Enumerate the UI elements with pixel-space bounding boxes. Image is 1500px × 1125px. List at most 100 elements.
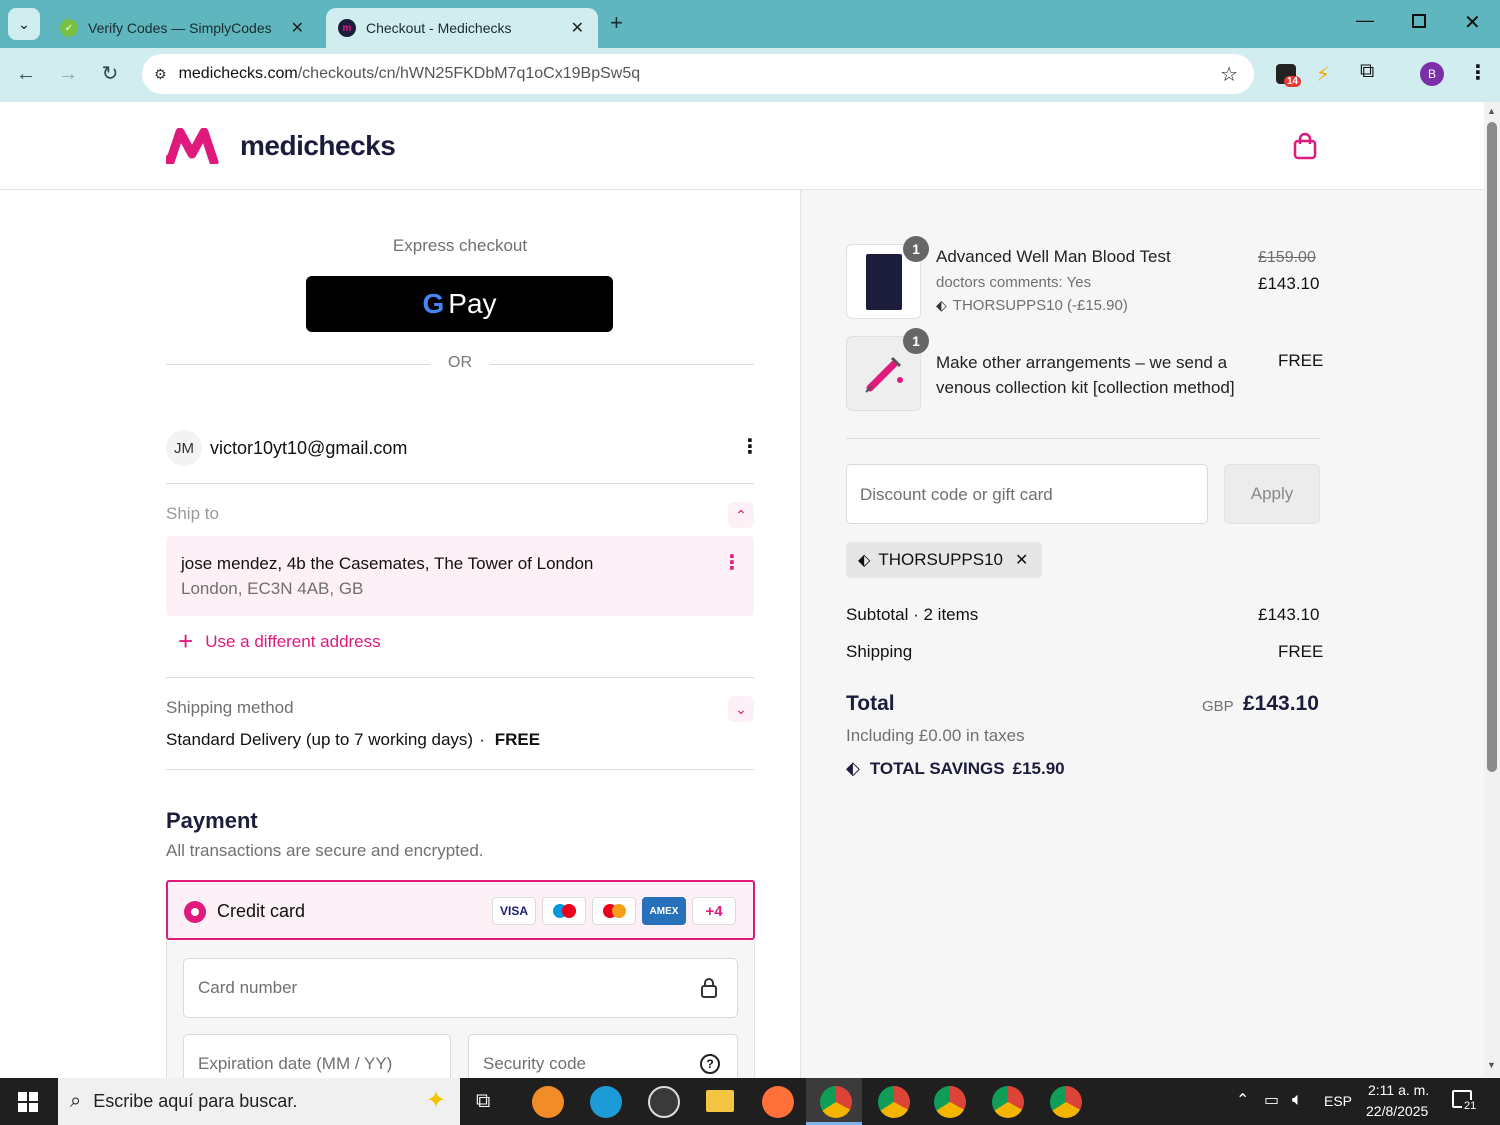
reload-icon[interactable]: ↻ (98, 62, 122, 86)
subtotal-value: £143.10 (1258, 605, 1320, 624)
new-tab-icon[interactable]: + (610, 10, 623, 36)
credit-card-radio[interactable] (184, 901, 206, 923)
taskbar-search-box[interactable]: ⌕ Escribe aquí para buscar. ✦ (58, 1078, 460, 1125)
address-menu-icon[interactable]: ⋮ (722, 550, 742, 575)
tab-simplycodes[interactable]: ✓ Verify Codes — SimplyCodes ✕ (48, 8, 318, 48)
windows-taskbar: ⌕ Escribe aquí para buscar. ✦ ⧉ ⌃ ▭ 🔈︎ E… (0, 1078, 1500, 1125)
discount-code-input[interactable]: Discount code or gift card (846, 464, 1208, 524)
order-summary: 1 Advanced Well Man Blood Test doctors c… (800, 190, 1484, 1078)
windows-start-icon[interactable] (18, 1092, 38, 1112)
help-icon[interactable]: ? (700, 1054, 720, 1074)
collapse-ship-to-icon[interactable]: ⌃ (728, 502, 754, 528)
url-path: /checkouts/cn/hWN25FKDbM7q1oCx19BpSw5q (297, 65, 641, 82)
medichecks-logo[interactable]: medichecks (166, 128, 396, 164)
edge-icon[interactable] (590, 1086, 622, 1118)
extension-badge: 14 (1284, 76, 1302, 87)
browser-toolbar: ← → ↻ ⚙ medichecks.com/checkouts/cn/hWN2… (0, 48, 1500, 102)
profile-avatar[interactable]: B (1420, 62, 1444, 86)
product-price: FREE (1278, 351, 1324, 370)
total-value: £143.10 (1243, 692, 1319, 715)
fl-studio-icon[interactable] (532, 1086, 564, 1118)
clock-date[interactable]: 22/8/2025 (1366, 1103, 1428, 1119)
chrome-profile-v2-icon[interactable] (934, 1086, 966, 1118)
url-domain: medichecks.com (178, 65, 298, 82)
task-view-icon[interactable]: ⧉ (476, 1090, 490, 1113)
plus-icon: + (178, 626, 194, 656)
savings-value: £15.90 (1012, 758, 1065, 778)
selected-address-card[interactable]: jose mendez, 4b the Casemates, The Tower… (166, 536, 754, 616)
page-scrollbar[interactable]: ▲ ▼ (1484, 102, 1500, 1078)
scroll-up-icon[interactable]: ▲ (1487, 106, 1496, 116)
chrome-profile-b-icon[interactable] (820, 1086, 852, 1118)
browser-tab-bar: ⌄ ✓ Verify Codes — SimplyCodes ✕ m Check… (0, 0, 1500, 48)
or-label: OR (448, 354, 472, 371)
file-explorer-icon[interactable] (706, 1090, 734, 1112)
separator: · (479, 730, 485, 749)
chrome-profile-a-icon[interactable] (1050, 1086, 1082, 1118)
scroll-down-icon[interactable]: ▼ (1487, 1060, 1496, 1070)
shopping-bag-icon[interactable] (1292, 132, 1318, 160)
total-savings: ⬖ TOTAL SAVINGS £15.90 (846, 758, 1065, 779)
address-line1: jose mendez, 4b the Casemates, The Tower… (181, 554, 594, 573)
tag-icon: ⬖ (858, 552, 871, 569)
site-info-icon[interactable]: ⚙ (154, 66, 167, 83)
close-window-icon[interactable]: ✕ (1464, 10, 1481, 35)
apply-label: Apply (1250, 484, 1294, 503)
use-different-address-button[interactable]: + Use a different address (178, 626, 381, 657)
firefox-icon[interactable] (762, 1086, 794, 1118)
ship-to-label: Ship to (166, 504, 219, 523)
taxes-note: Including £0.00 in taxes (846, 726, 1025, 745)
site-header: medichecks (0, 102, 1484, 190)
tab-medichecks[interactable]: m Checkout - Medichecks ✕ (326, 8, 598, 48)
account-avatar: JM (166, 430, 202, 466)
close-tab-icon[interactable]: ✕ (571, 18, 584, 38)
volume-icon[interactable]: 🔈︎ (1292, 1089, 1303, 1110)
extensions-puzzle-icon[interactable]: ⧉ (1360, 60, 1374, 83)
payment-title: Payment (166, 808, 258, 833)
media-player-icon[interactable] (648, 1086, 680, 1118)
shipping-label: Shipping (846, 642, 913, 661)
browser-menu-icon[interactable]: ⋮ (1468, 60, 1488, 85)
language-indicator[interactable]: ESP (1324, 1093, 1352, 1109)
tray-expand-icon[interactable]: ⌃ (1236, 1090, 1249, 1110)
syringe-icon (864, 356, 903, 393)
credit-card-option[interactable]: Credit card VISA AMEX +4 (166, 880, 755, 940)
expand-shipping-icon[interactable]: ⌄ (728, 696, 754, 722)
product-name: Make other arrangements – we send a veno… (936, 353, 1235, 397)
subtotal-label: Subtotal · 2 items (846, 605, 979, 624)
back-icon[interactable]: ← (14, 62, 38, 86)
address-line2: London, EC3N 4AB, GB (181, 579, 364, 598)
scrollbar-thumb[interactable] (1487, 122, 1497, 772)
simplycodes-icon: ✓ (60, 19, 78, 37)
notification-count: 21 (1462, 1100, 1479, 1112)
tab-search-button[interactable]: ⌄ (8, 8, 40, 40)
minimize-icon[interactable]: — (1356, 10, 1374, 31)
product-name: Advanced Well Man Blood Test (936, 247, 1171, 266)
apply-discount-button[interactable]: Apply (1224, 464, 1320, 524)
account-menu-icon[interactable]: ⋮ (740, 434, 760, 459)
medichecks-logo-mark (166, 128, 219, 164)
remove-code-icon[interactable]: ✕ (1015, 550, 1028, 570)
bookmark-star-icon[interactable]: ☆ (1220, 62, 1238, 87)
expiration-date-field[interactable]: Expiration date (MM / YY) (183, 1034, 451, 1078)
clock-time[interactable]: 2:11 a. m. (1368, 1082, 1429, 1098)
honey-extension-icon[interactable]: ⚡ (1316, 62, 1330, 87)
address-bar[interactable]: ⚙ medichecks.com/checkouts/cn/hWN25FKDbM… (142, 54, 1254, 94)
network-icon[interactable]: ▭ (1264, 1090, 1279, 1110)
quantity-badge: 1 (903, 236, 929, 262)
chrome-profile-v-icon[interactable] (878, 1086, 910, 1118)
savings-label: TOTAL SAVINGS (869, 758, 1005, 778)
total-currency: GBP (1202, 698, 1234, 715)
medichecks-favicon: m (338, 19, 356, 37)
tag-icon: ⬖ (936, 297, 947, 313)
product-old-price: £159.00 (1258, 249, 1316, 266)
chrome-profile-v3-icon[interactable] (992, 1086, 1024, 1118)
total-label: Total (846, 692, 895, 715)
product-price: £143.10 (1258, 274, 1320, 293)
card-number-field[interactable]: Card number (183, 958, 738, 1018)
close-tab-icon[interactable]: ✕ (291, 18, 304, 38)
forward-icon[interactable]: → (56, 62, 80, 86)
google-pay-button[interactable]: G Pay (306, 276, 613, 332)
security-code-field[interactable]: Security code ? (468, 1034, 738, 1078)
restore-icon[interactable] (1412, 14, 1426, 28)
